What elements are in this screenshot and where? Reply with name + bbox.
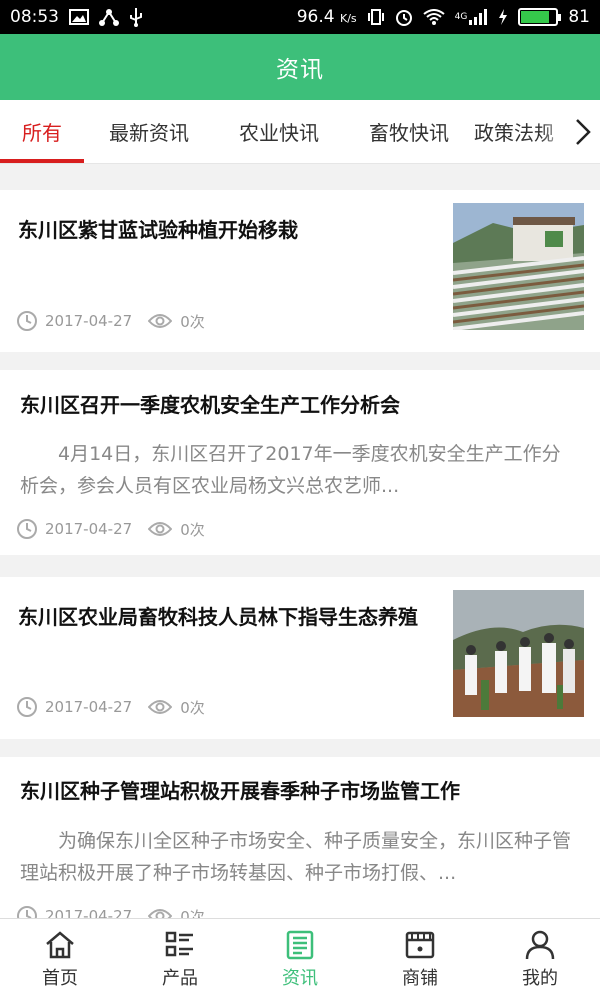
nav-news[interactable]: 资讯 bbox=[240, 919, 360, 1000]
tab-agriculture-news[interactable]: 农业快讯 bbox=[214, 100, 344, 163]
article-thumbnail bbox=[453, 203, 584, 330]
user-icon bbox=[525, 930, 555, 959]
app-header: 资讯 bbox=[0, 34, 600, 100]
nav-home-label: 首页 bbox=[42, 967, 78, 989]
article-card[interactable]: 东川区召开一季度农机安全生产工作分析会 4月14日，东川区召开了2017年一季度… bbox=[0, 370, 600, 555]
usb-icon bbox=[129, 7, 143, 27]
clock-icon bbox=[16, 696, 38, 718]
clock-icon bbox=[16, 905, 38, 918]
nav-home[interactable]: 首页 bbox=[0, 919, 120, 1000]
article-meta: 2017-04-27 0次 bbox=[16, 696, 205, 718]
status-bar: 08:53 96.4 K/s 4G 81 bbox=[0, 0, 600, 34]
status-time: 08:53 bbox=[10, 7, 59, 27]
tabs-scroll-right-button[interactable] bbox=[566, 100, 600, 163]
battery-percent: 81 bbox=[568, 7, 590, 27]
article-card[interactable]: 东川区紫甘蓝试验种植开始移栽 2017-04-27 0次 bbox=[0, 190, 600, 352]
share-notification-icon bbox=[99, 8, 119, 26]
article-views: 0次 bbox=[180, 520, 205, 539]
article-meta: 2017-04-27 0次 bbox=[16, 905, 205, 918]
tab-latest-news[interactable]: 最新资讯 bbox=[84, 100, 214, 163]
clock-icon bbox=[16, 518, 38, 540]
article-card[interactable]: 东川区种子管理站积极开展春季种子市场监管工作 为确保东川全区种子市场安全、种子质… bbox=[0, 757, 600, 918]
nav-news-label: 资讯 bbox=[282, 967, 318, 989]
wifi-icon bbox=[423, 9, 445, 25]
article-views: 0次 bbox=[180, 907, 205, 919]
page-title: 资讯 bbox=[276, 57, 324, 83]
signal-icon: 4G bbox=[455, 9, 489, 25]
news-icon bbox=[286, 930, 314, 959]
eye-icon bbox=[148, 520, 173, 538]
charging-icon bbox=[498, 9, 508, 25]
nav-stores[interactable]: 商铺 bbox=[360, 919, 480, 1000]
article-thumbnail bbox=[453, 590, 584, 717]
store-icon bbox=[405, 931, 435, 958]
article-date: 2017-04-27 bbox=[45, 312, 133, 330]
nav-stores-label: 商铺 bbox=[402, 967, 438, 989]
list-icon bbox=[165, 931, 193, 956]
article-card[interactable]: 东川区农业局畜牧科技人员林下指导生态养殖 2017-04-27 0次 bbox=[0, 577, 600, 739]
nav-me[interactable]: 我的 bbox=[480, 919, 600, 1000]
tab-all[interactable]: 所有 bbox=[0, 100, 84, 163]
eye-icon bbox=[148, 312, 173, 330]
article-meta: 2017-04-27 0次 bbox=[16, 310, 205, 332]
eye-icon bbox=[148, 698, 173, 716]
article-views: 0次 bbox=[180, 698, 205, 717]
alarm-icon bbox=[395, 8, 413, 26]
article-title: 东川区种子管理站积极开展春季种子市场监管工作 bbox=[20, 779, 460, 803]
battery-icon bbox=[518, 8, 562, 26]
gallery-notification-icon bbox=[69, 9, 89, 25]
article-date: 2017-04-27 bbox=[45, 698, 133, 716]
nav-products-label: 产品 bbox=[162, 967, 198, 989]
tab-livestock-news[interactable]: 畜牧快讯 bbox=[344, 100, 474, 163]
network-speed: 96.4 K/s bbox=[296, 7, 357, 27]
chevron-right-icon bbox=[576, 118, 591, 145]
article-title: 东川区紫甘蓝试验种植开始移栽 bbox=[18, 218, 298, 242]
home-icon bbox=[46, 930, 74, 958]
eye-icon bbox=[148, 907, 173, 918]
bottom-navigation: 首页 产品 资讯 商铺 我的 bbox=[0, 918, 600, 1000]
article-views: 0次 bbox=[180, 312, 205, 331]
article-summary: 4月14日，东川区召开了2017年一季度农机安全生产工作分析会，参会人员有区农业… bbox=[20, 443, 561, 497]
nav-products[interactable]: 产品 bbox=[120, 919, 240, 1000]
article-meta: 2017-04-27 0次 bbox=[16, 518, 205, 540]
category-tabs: 所有 最新资讯 农业快讯 畜牧快讯 政策法规 bbox=[0, 100, 600, 164]
article-date: 2017-04-27 bbox=[45, 907, 133, 918]
vibrate-icon bbox=[367, 8, 385, 26]
article-title: 东川区召开一季度农机安全生产工作分析会 bbox=[20, 393, 400, 417]
article-date: 2017-04-27 bbox=[45, 520, 133, 538]
article-title: 东川区农业局畜牧科技人员林下指导生态养殖 bbox=[18, 605, 418, 629]
nav-me-label: 我的 bbox=[522, 967, 558, 989]
article-summary: 为确保东川全区种子市场安全、种子质量安全，东川区种子管理站积极开展了种子市场转基… bbox=[20, 830, 572, 884]
clock-icon bbox=[16, 310, 38, 332]
